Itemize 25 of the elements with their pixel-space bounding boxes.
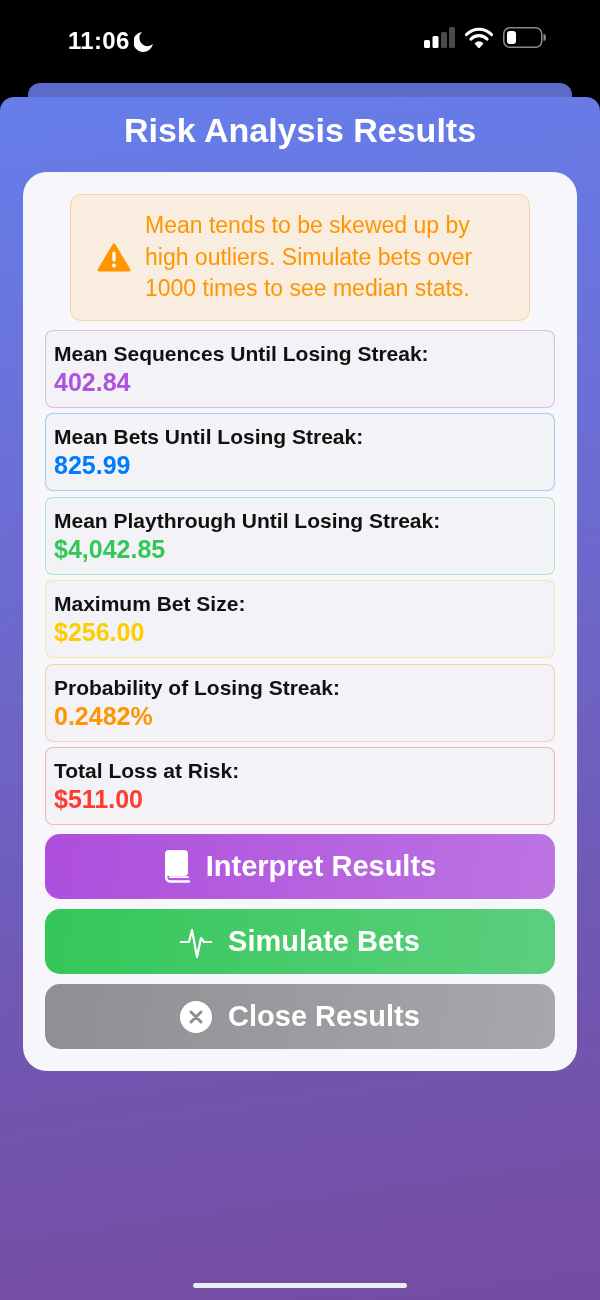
moon-icon (133, 30, 154, 52)
stat-value: $4,042.85 (54, 533, 167, 565)
stat-label: Probability of Losing Streak: (54, 674, 341, 701)
close-results-button[interactable]: Close Results (45, 984, 555, 1049)
warning-text: Mean tends to be skewed up by high outliers. Simulate bets over 1000 times to see median stats. (145, 211, 474, 303)
book-icon (163, 850, 190, 883)
status-time: 11:06 (68, 27, 130, 55)
stat-label: Maximum Bet Size: (54, 591, 247, 617)
stat-value: 402.84 (54, 366, 132, 398)
simulate-bets-button[interactable]: Simulate Bets (45, 909, 555, 974)
stat-value: $511.00 (54, 784, 144, 815)
wifi-icon (465, 27, 493, 48)
stat-value: $256.00 (54, 617, 146, 648)
stat-label: Mean Playthrough Until Losing Streak: (54, 507, 442, 534)
stat-label: Mean Bets Until Losing Streak: (54, 424, 365, 450)
stat-value: 825.99 (54, 450, 132, 481)
warning-icon (97, 242, 131, 272)
signal-icon (424, 27, 455, 48)
close-icon (180, 1000, 213, 1033)
stat-value: 0.2482% (54, 700, 154, 732)
stat-label: Total Loss at Risk: (54, 758, 241, 784)
interpret-results-button[interactable]: Interpret Results (45, 834, 555, 899)
stat-label: Mean Sequences Until Losing Streak: (54, 340, 430, 367)
battery-icon (503, 27, 546, 48)
page-title: Risk Analysis Results (123, 110, 477, 151)
